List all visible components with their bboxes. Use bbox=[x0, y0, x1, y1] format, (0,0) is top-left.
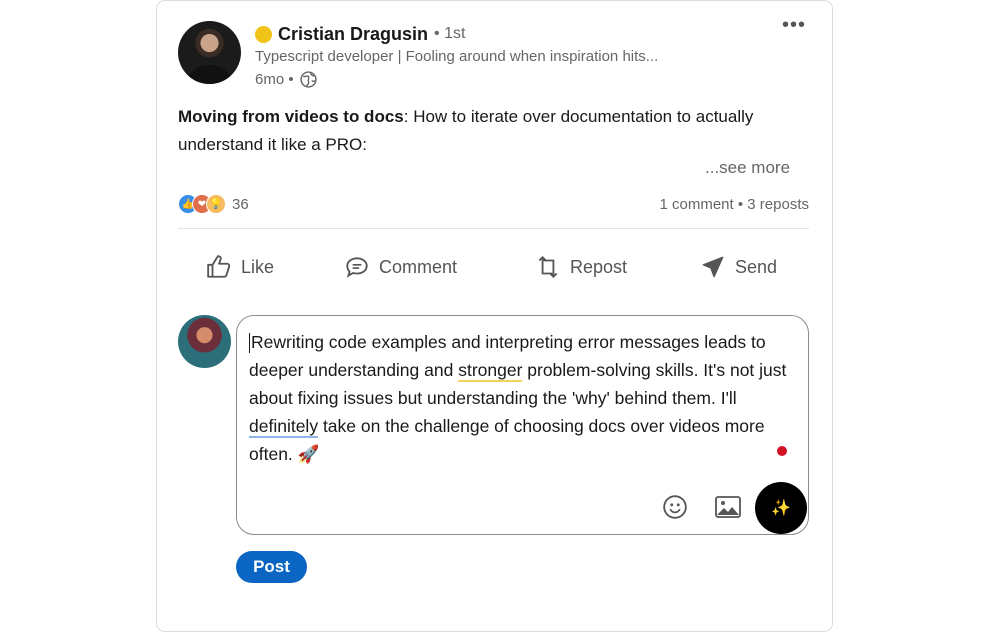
post-button[interactable]: Post bbox=[236, 551, 307, 583]
divider bbox=[178, 228, 809, 229]
repost-label: Repost bbox=[570, 256, 628, 277]
comment-label: Comment bbox=[379, 256, 458, 277]
spellcheck-word-stronger[interactable]: stronger bbox=[458, 360, 523, 382]
reaction-count: 36 bbox=[232, 195, 249, 213]
repost-button[interactable]: Repost bbox=[535, 245, 627, 289]
status-dot-icon bbox=[255, 25, 272, 43]
post-meta: 6mo • bbox=[255, 68, 317, 90]
see-more-link[interactable]: ...see more bbox=[705, 158, 790, 178]
more-options-icon[interactable]: ••• bbox=[782, 14, 806, 37]
author-name-row: Cristian Dragusin • 1st bbox=[255, 22, 465, 46]
reactions-summary[interactable]: 👍 ❤ 💡 36 bbox=[178, 194, 249, 214]
emoji-icon[interactable] bbox=[662, 494, 688, 520]
comment-button[interactable]: Comment bbox=[344, 245, 457, 289]
globe-icon bbox=[299, 70, 317, 88]
author-avatar[interactable] bbox=[178, 21, 241, 84]
post-text: Moving from videos to docs: How to itera… bbox=[178, 103, 778, 159]
action-bar: Like Comment Repost Send bbox=[178, 245, 809, 289]
send-button[interactable]: Send bbox=[700, 245, 777, 289]
post-time: 6mo • bbox=[255, 70, 294, 88]
post-bold-lead: Moving from videos to docs bbox=[178, 107, 404, 126]
repost-icon bbox=[538, 255, 558, 279]
commenter-avatar[interactable] bbox=[178, 315, 231, 368]
engagement-counts: 1 comment • 3 reposts bbox=[659, 196, 809, 213]
author-name[interactable]: Cristian Dragusin bbox=[278, 24, 428, 45]
reposts-count[interactable]: 3 reposts bbox=[747, 196, 809, 213]
counts-separator: • bbox=[737, 196, 744, 213]
text-caret bbox=[249, 333, 250, 354]
spellcheck-word-definitely[interactable]: definitely bbox=[249, 416, 319, 438]
speech-bubble-icon bbox=[346, 257, 368, 278]
author-headline: Typescript developer | Fooling around wh… bbox=[255, 48, 659, 65]
connection-degree: • 1st bbox=[434, 25, 466, 42]
comment-text[interactable]: Rewriting code examples and interpreting… bbox=[249, 328, 789, 468]
like-label: Like bbox=[241, 256, 275, 277]
like-button[interactable]: Like bbox=[206, 245, 274, 289]
comments-count[interactable]: 1 comment bbox=[659, 196, 733, 213]
notification-dot bbox=[777, 446, 787, 456]
image-icon[interactable] bbox=[715, 496, 741, 518]
thumbs-up-icon bbox=[207, 255, 231, 278]
send-icon bbox=[702, 256, 724, 278]
sparkle-icon[interactable]: ✨ bbox=[755, 482, 807, 534]
comment-part3: take on the challenge of choosing docs o… bbox=[249, 416, 765, 464]
insightful-icon: 💡 bbox=[206, 194, 226, 214]
send-label: Send bbox=[735, 256, 778, 277]
